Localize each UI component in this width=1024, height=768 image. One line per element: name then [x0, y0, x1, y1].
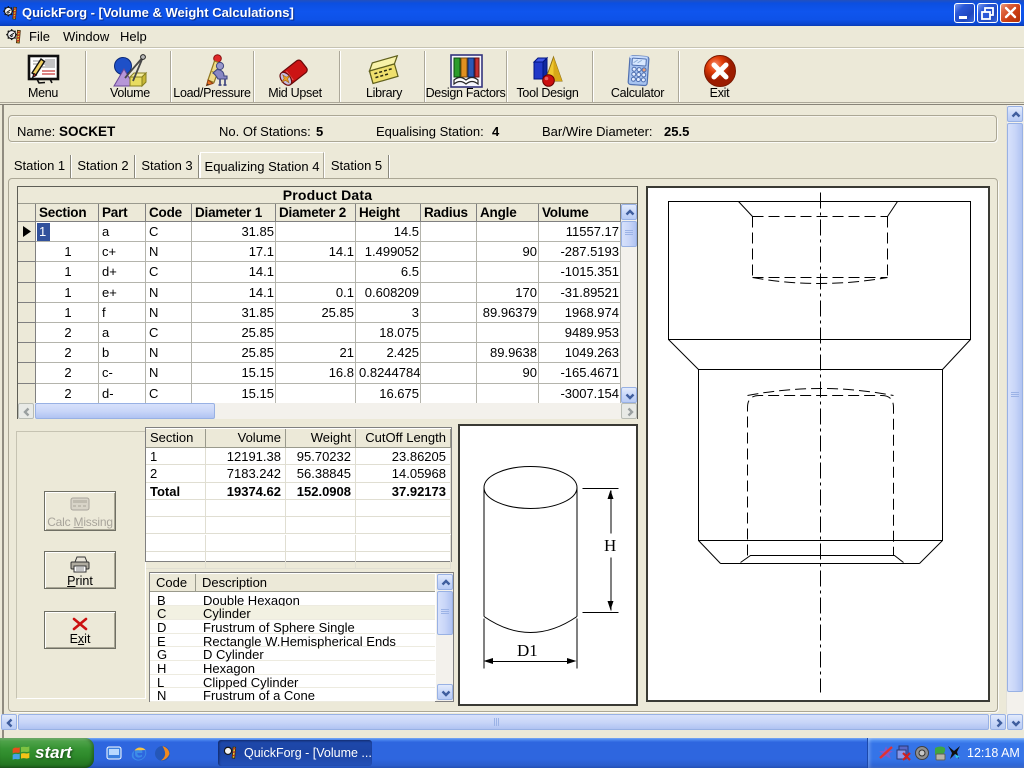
svg-text:D1: D1: [517, 641, 538, 660]
svg-text:H: H: [604, 536, 616, 555]
